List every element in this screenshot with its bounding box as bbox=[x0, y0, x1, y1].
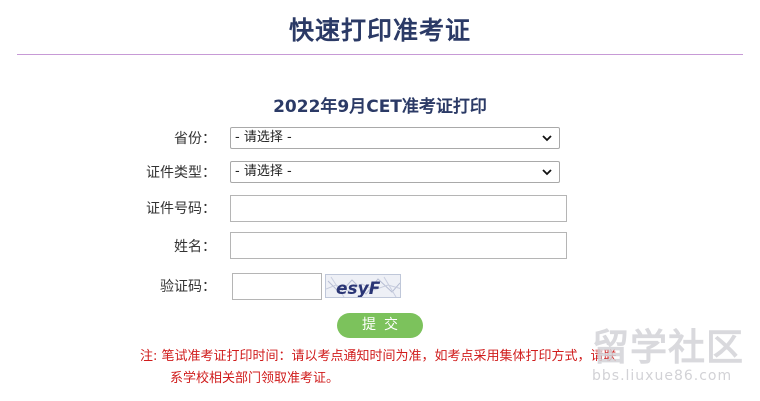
province-label: 省份： bbox=[174, 131, 216, 147]
name-label: 姓名： bbox=[174, 239, 216, 255]
form-title: 2022年9月CET准考证打印 bbox=[273, 97, 487, 117]
province-select-value: - 请选择 - bbox=[235, 130, 292, 145]
province-select[interactable]: - 请选择 - bbox=[230, 127, 560, 149]
id-type-label: 证件类型： bbox=[146, 165, 216, 181]
submit-button[interactable]: 提交 bbox=[337, 313, 423, 338]
captcha-noise: esyF bbox=[326, 275, 400, 298]
watermark-sub: bbs.liuxue86.com bbox=[592, 368, 733, 384]
notice-line-2: 系学校相关部门领取准考证。 bbox=[170, 371, 340, 386]
name-field[interactable] bbox=[230, 232, 567, 259]
id-number-label: 证件号码： bbox=[146, 201, 216, 217]
notice-line-1: 注: 笔试准考证打印时间：请以考点通知时间为准，如考点采用集体打印方式，请联 bbox=[140, 349, 617, 364]
captcha-text: esyF bbox=[336, 279, 381, 298]
id-type-select[interactable]: - 请选择 - bbox=[230, 161, 560, 183]
id-type-select-value: - 请选择 - bbox=[235, 164, 292, 179]
captcha-field[interactable] bbox=[232, 273, 322, 300]
title-divider bbox=[17, 54, 743, 55]
chevron-down-icon bbox=[542, 135, 552, 142]
page-title: 快速打印准考证 bbox=[288, 16, 471, 45]
captcha-image[interactable]: esyF bbox=[325, 274, 401, 298]
chevron-down-icon bbox=[542, 169, 552, 176]
captcha-label: 验证码： bbox=[160, 279, 216, 295]
id-number-field[interactable] bbox=[230, 195, 567, 222]
